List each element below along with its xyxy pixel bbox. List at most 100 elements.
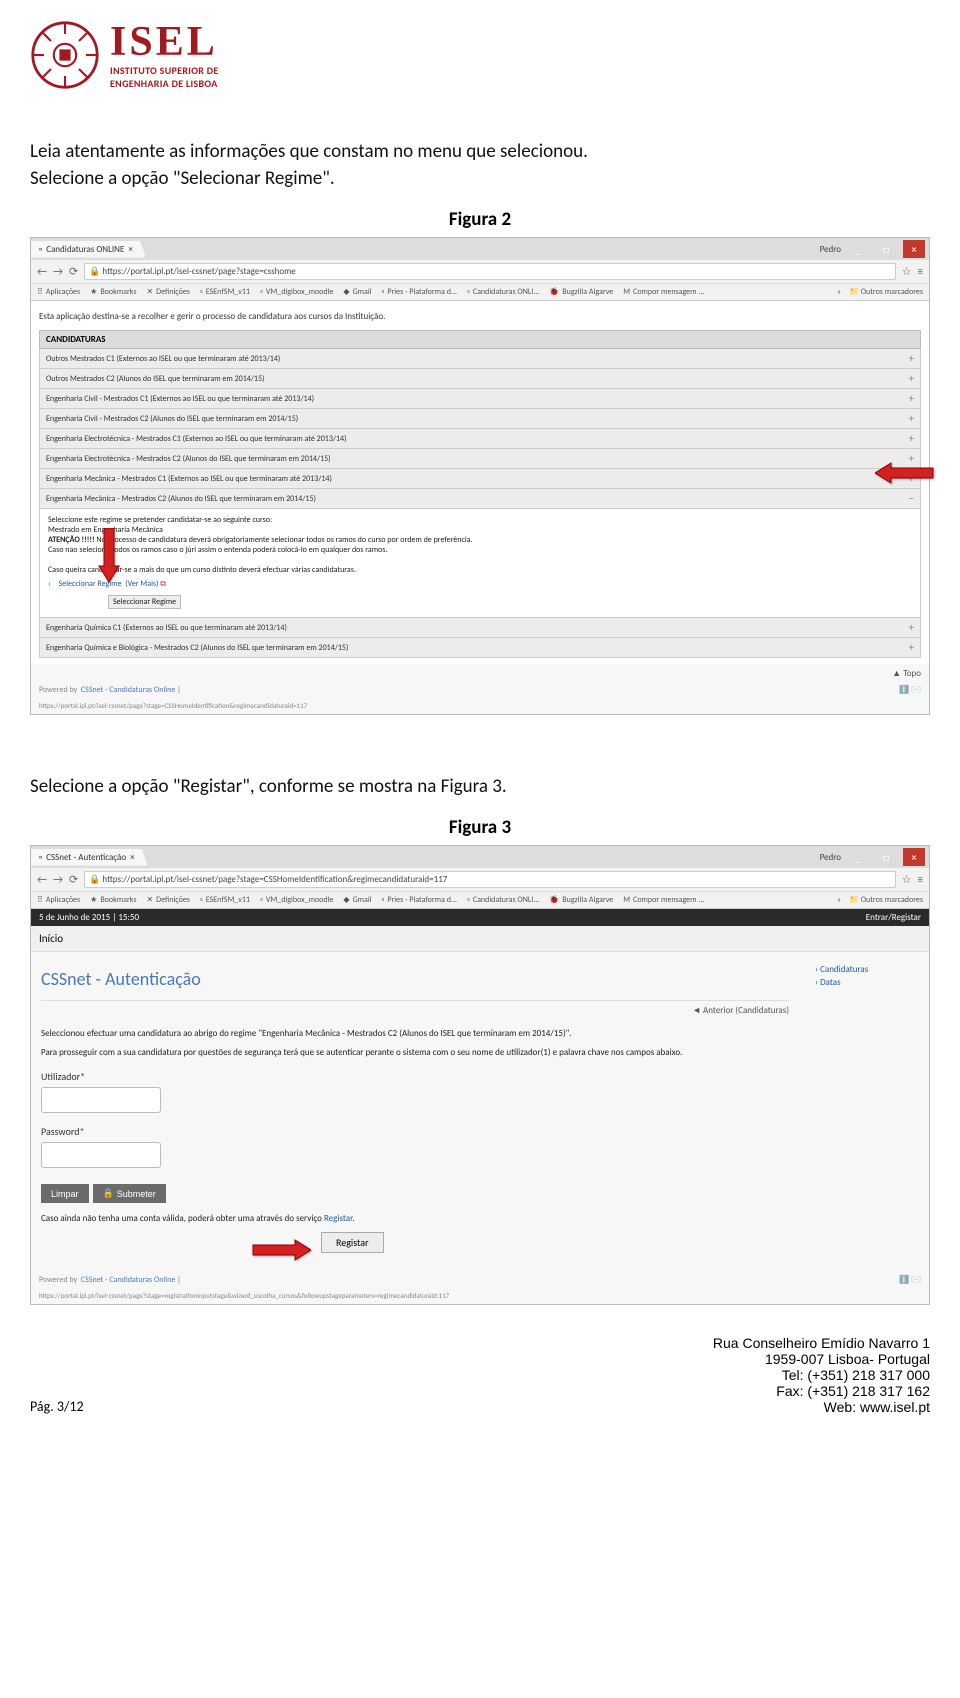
auth-sidebar: › Candidaturas › Datas xyxy=(809,952,929,1263)
utilizador-input[interactable] xyxy=(41,1087,161,1113)
forward-icon[interactable]: → xyxy=(53,265,63,278)
forward-icon[interactable]: → xyxy=(53,873,63,886)
password-label: Password* xyxy=(41,1125,789,1138)
tab-close-icon[interactable]: × xyxy=(130,852,134,863)
menu-icon[interactable]: ≡ xyxy=(918,873,923,886)
back-icon[interactable]: ← xyxy=(37,265,47,278)
collapse-icon[interactable]: − xyxy=(909,492,914,505)
cssnet-link[interactable]: CSSnet - Candidaturas Online | xyxy=(81,1275,181,1285)
bookmark-item[interactable]: ▫ Pries - Plataforma d... xyxy=(382,287,457,297)
expand-icon[interactable]: + xyxy=(909,621,914,634)
topo-link[interactable]: ▲ Topo xyxy=(31,664,929,683)
bookmarks-bar: ⠿ Aplicações ★ Bookmarks ✕ Definições ▫ … xyxy=(31,892,929,909)
bookmark-item[interactable]: ✕ Definições xyxy=(146,287,189,297)
reload-icon[interactable]: ⟳ xyxy=(69,873,78,886)
candidatura-row[interactable]: Engenharia Química C1 (Externos ao ISEL … xyxy=(39,618,921,638)
bookmark-item[interactable]: M Compor mensagem ... xyxy=(623,287,704,297)
page-title: CSSnet - Autenticação xyxy=(41,962,789,1001)
detail-line: Caso queira candidatar-se a mais do que … xyxy=(48,565,912,575)
entrar-registar-link[interactable]: Entrar/Registar xyxy=(866,912,921,923)
anterior-link[interactable]: ◄ Anterior (Candidaturas) xyxy=(41,1001,789,1020)
bookmark-item[interactable]: ⠿ Aplicações xyxy=(37,287,80,297)
expand-icon[interactable]: + xyxy=(909,641,914,654)
lock-icon: 🔒 xyxy=(89,874,100,885)
bookmark-item[interactable]: ▫ VM_digibox_moodle xyxy=(260,895,333,905)
registar-link[interactable]: Registar xyxy=(324,1213,352,1224)
bookmark-other[interactable]: 📁 Outros marcadores xyxy=(849,287,923,297)
limpar-button[interactable]: Limpar xyxy=(41,1184,89,1203)
ver-mais-link[interactable]: (Ver Mais) xyxy=(125,579,158,589)
detail-line: Seleccione este regime se pretender cand… xyxy=(48,515,912,525)
logo-sub1: INSTITUTO SUPERIOR DE xyxy=(110,65,219,76)
candidatura-row[interactable]: Engenharia Civil - Mestrados C1 (Externo… xyxy=(39,389,921,409)
menu-icon[interactable]: ≡ xyxy=(918,265,923,278)
bookmark-item[interactable]: ◆ Gmail xyxy=(343,895,371,905)
page-footer: Pág. 3/12 Rua Conselheiro Emídio Navarro… xyxy=(30,1335,930,1415)
sidebar-link-candidaturas[interactable]: › Candidaturas xyxy=(815,964,923,975)
candidatura-row[interactable]: Engenharia Mecânica - Mestrados C1 (Exte… xyxy=(39,469,921,489)
sidebar-link-datas[interactable]: › Datas xyxy=(815,977,923,988)
url-text: https://portal.ipl.pt/isel-cssnet/page?s… xyxy=(102,874,447,885)
user-name: Pedro xyxy=(820,244,841,255)
bookmark-more[interactable]: » xyxy=(837,287,841,297)
browser-tab[interactable]: ▫ CSSnet - Autenticação × xyxy=(31,849,148,866)
registar-button[interactable]: Registar xyxy=(321,1232,384,1253)
bookmark-item[interactable]: ▫ ESEnfSM_v11 xyxy=(200,287,250,297)
bookmark-other[interactable]: 📁 Outros marcadores xyxy=(849,895,923,905)
expand-icon[interactable]: + xyxy=(909,412,914,425)
bookmark-item[interactable]: ★ Bookmarks xyxy=(90,287,136,297)
window-maximize-icon[interactable]: □ xyxy=(875,848,897,866)
isel-emblem-icon xyxy=(30,20,100,90)
expand-icon[interactable]: + xyxy=(909,392,914,405)
candidatura-row[interactable]: Engenharia Química e Biológica - Mestrad… xyxy=(39,638,921,658)
bookmark-item[interactable]: M Compor mensagem ... xyxy=(623,895,704,905)
status-bar-url: https://portal.ipl.pt/isel-cssnet/page?s… xyxy=(31,1287,929,1304)
submeter-button[interactable]: 🔒Submeter xyxy=(93,1184,166,1203)
star-icon[interactable]: ☆ xyxy=(902,265,912,278)
tab-close-icon[interactable]: × xyxy=(128,244,132,255)
auth-desc-1: Seleccionou efectuar uma candidatura ao … xyxy=(41,1028,789,1039)
bookmark-item[interactable]: ✕ Definições xyxy=(146,895,189,905)
bookmark-item[interactable]: 🐞 Bugzilla Algarve xyxy=(549,287,613,297)
bookmark-item[interactable]: ▫ ESEnfSM_v11 xyxy=(200,895,250,905)
reload-icon[interactable]: ⟳ xyxy=(69,265,78,278)
status-bar-url: https://portal.ipl.pt/isel-cssnet/page?s… xyxy=(31,697,929,714)
expand-icon[interactable]: + xyxy=(909,352,914,365)
candidatura-row[interactable]: Engenharia Electrotécnica - Mestrados C2… xyxy=(39,449,921,469)
password-input[interactable] xyxy=(41,1142,161,1168)
window-close-icon[interactable]: × xyxy=(903,240,925,258)
lock-icon: 🔒 xyxy=(103,1188,114,1199)
candidatura-row[interactable]: Engenharia Electrotécnica - Mestrados C1… xyxy=(39,429,921,449)
external-link-icon: ⧉ xyxy=(160,579,166,589)
footer-web: Web: www.isel.pt xyxy=(713,1399,930,1415)
chevron-right-icon: › xyxy=(48,579,51,589)
expand-icon[interactable]: + xyxy=(909,432,914,445)
window-close-icon[interactable]: × xyxy=(903,848,925,866)
bookmark-item[interactable]: ◆ Gmail xyxy=(343,287,371,297)
bookmark-item[interactable]: 🐞 Bugzilla Algarve xyxy=(549,895,613,905)
cssnet-link[interactable]: CSSnet - Candidaturas Online | xyxy=(81,685,181,695)
candidatura-row-expanded[interactable]: Engenharia Mecânica - Mestrados C2 (Alun… xyxy=(39,489,921,509)
window-maximize-icon[interactable]: □ xyxy=(875,240,897,258)
address-bar[interactable]: 🔒 https://portal.ipl.pt/isel-cssnet/page… xyxy=(84,871,895,888)
bookmark-item[interactable]: ⠿ Aplicações xyxy=(37,895,80,905)
window-minimize-icon[interactable]: _ xyxy=(847,848,869,866)
breadcrumb-inicio[interactable]: Início xyxy=(31,926,929,952)
window-minimize-icon[interactable]: _ xyxy=(847,240,869,258)
candidatura-row[interactable]: Outros Mestrados C1 (Externos ao ISEL ou… xyxy=(39,349,921,369)
page-icon: ▫ xyxy=(39,244,42,255)
annotation-arrow-icon xyxy=(251,1238,311,1262)
bookmark-item[interactable]: ▫ VM_digibox_moodle xyxy=(260,287,333,297)
bookmark-more[interactable]: » xyxy=(837,895,841,905)
bookmark-item[interactable]: ▫ Candidaturas ONLI... xyxy=(467,287,539,297)
back-icon[interactable]: ← xyxy=(37,873,47,886)
candidatura-row[interactable]: Engenharia Civil - Mestrados C2 (Alunos … xyxy=(39,409,921,429)
bookmark-item[interactable]: ▫ Candidaturas ONLI... xyxy=(467,895,539,905)
candidatura-row[interactable]: Outros Mestrados C2 (Alunos do ISEL que … xyxy=(39,369,921,389)
bookmark-item[interactable]: ★ Bookmarks xyxy=(90,895,136,905)
star-icon[interactable]: ☆ xyxy=(902,873,912,886)
bookmark-item[interactable]: ▫ Pries - Plataforma d... xyxy=(382,895,457,905)
address-bar[interactable]: 🔒 https://portal.ipl.pt/isel-cssnet/page… xyxy=(84,263,895,280)
browser-tab[interactable]: ▫ Candidaturas ONLINE × xyxy=(31,241,146,258)
expand-icon[interactable]: + xyxy=(909,372,914,385)
